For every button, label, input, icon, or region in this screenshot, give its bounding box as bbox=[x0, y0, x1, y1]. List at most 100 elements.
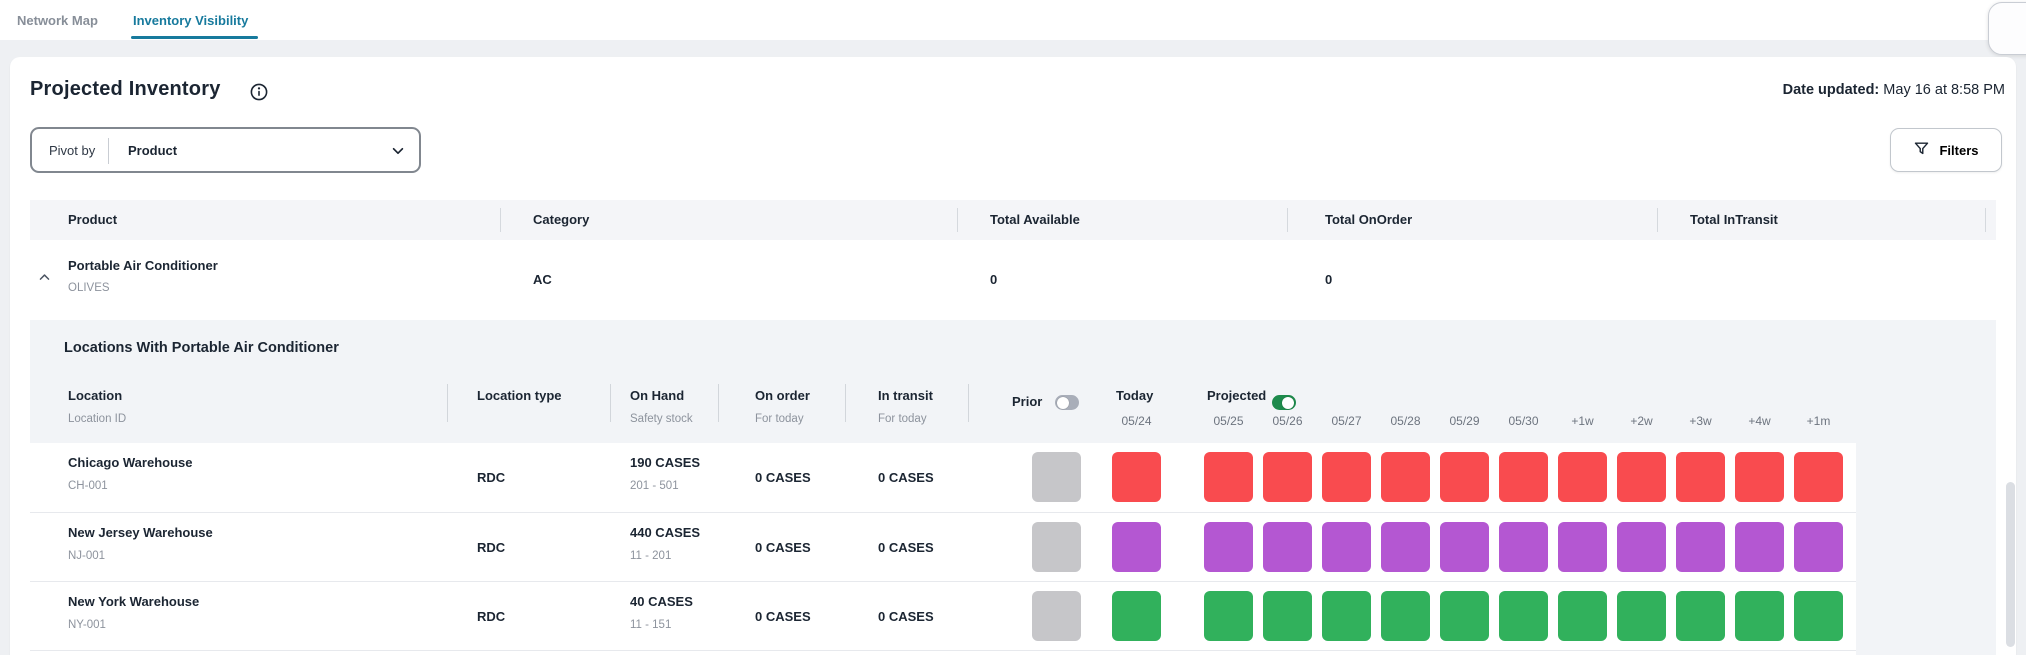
vertical-scrollbar-thumb[interactable] bbox=[2006, 482, 2015, 647]
projected-date-label: 05/30 bbox=[1499, 414, 1548, 428]
product-row[interactable]: Portable Air Conditioner OLIVES AC 0 0 bbox=[30, 240, 1996, 320]
projected-date-label: 05/28 bbox=[1381, 414, 1430, 428]
projected-inventory-cell[interactable] bbox=[1204, 522, 1253, 572]
prior-inventory-cell[interactable] bbox=[1032, 591, 1081, 641]
product-category: AC bbox=[533, 240, 552, 320]
column-divider bbox=[957, 208, 958, 232]
projected-inventory-cell[interactable] bbox=[1381, 591, 1430, 641]
today-date-label: 05/24 bbox=[1112, 414, 1161, 428]
projected-inventory-cell[interactable] bbox=[1499, 452, 1548, 502]
projected-inventory-cell[interactable] bbox=[1263, 522, 1312, 572]
location-name: New Jersey Warehouse bbox=[68, 525, 213, 540]
location-row[interactable]: Chicago Warehouse CH-001 RDC 190 CASES 2… bbox=[30, 443, 1856, 512]
column-header-location-type: Location type bbox=[477, 388, 562, 403]
projected-inventory-cell[interactable] bbox=[1204, 452, 1253, 502]
projected-date-label: +2w bbox=[1617, 414, 1666, 428]
column-header-in-transit: In transit bbox=[878, 388, 933, 403]
column-header-projected: Projected bbox=[1207, 388, 1266, 403]
location-type: RDC bbox=[477, 443, 505, 512]
column-header-on-order: On order bbox=[755, 388, 810, 403]
column-divider bbox=[845, 384, 846, 422]
info-icon[interactable] bbox=[250, 83, 268, 101]
projected-inventory-card: Projected Inventory Date updated: May 16… bbox=[10, 57, 2016, 655]
row-separator bbox=[30, 650, 1856, 651]
projected-inventory-cell[interactable] bbox=[1794, 452, 1843, 502]
on-order-value: 0 CASES bbox=[755, 582, 811, 651]
column-header-on-hand: On Hand bbox=[630, 388, 684, 403]
safety-stock-range: 201 - 501 bbox=[630, 480, 679, 492]
chevron-up-icon[interactable] bbox=[38, 271, 58, 289]
projected-inventory-cell[interactable] bbox=[1735, 522, 1784, 572]
projected-inventory-cell[interactable] bbox=[1735, 591, 1784, 641]
column-divider bbox=[1985, 208, 1986, 232]
pivot-by-select[interactable]: Pivot by Product bbox=[30, 127, 421, 173]
projected-inventory-cell[interactable] bbox=[1322, 522, 1371, 572]
location-row[interactable]: New York Warehouse NY-001 RDC 40 CASES 1… bbox=[30, 581, 1856, 650]
projected-toggle[interactable] bbox=[1272, 395, 1296, 410]
column-subheader-location-id: Location ID bbox=[68, 413, 126, 425]
location-name: Chicago Warehouse bbox=[68, 455, 192, 470]
projected-inventory-cell[interactable] bbox=[1381, 452, 1430, 502]
projected-inventory-cell[interactable] bbox=[1794, 591, 1843, 641]
active-tab-underline bbox=[131, 36, 258, 39]
tab-network-map[interactable]: Network Map bbox=[17, 0, 98, 40]
projected-inventory-cell[interactable] bbox=[1263, 452, 1312, 502]
projected-inventory-cell[interactable] bbox=[1617, 522, 1666, 572]
projected-inventory-cell[interactable] bbox=[1735, 452, 1784, 502]
product-name: Portable Air Conditioner bbox=[68, 258, 218, 273]
projected-inventory-cell[interactable] bbox=[1499, 522, 1548, 572]
today-inventory-cell[interactable] bbox=[1112, 452, 1161, 502]
on-order-value: 0 CASES bbox=[755, 443, 811, 512]
projected-inventory-cell[interactable] bbox=[1676, 452, 1725, 502]
projected-inventory-cell[interactable] bbox=[1617, 591, 1666, 641]
tab-inventory-visibility[interactable]: Inventory Visibility bbox=[133, 0, 248, 40]
column-header-location: Location bbox=[68, 388, 122, 403]
today-inventory-cell[interactable] bbox=[1112, 591, 1161, 641]
location-row[interactable]: New Jersey Warehouse NJ-001 RDC 440 CASE… bbox=[30, 512, 1856, 581]
projected-inventory-cell[interactable] bbox=[1322, 591, 1371, 641]
projected-date-label: +1m bbox=[1794, 414, 1843, 428]
projected-inventory-cell[interactable] bbox=[1204, 591, 1253, 641]
projected-inventory-cell[interactable] bbox=[1676, 522, 1725, 572]
date-updated-label: Date updated: bbox=[1783, 82, 1880, 98]
projected-inventory-cell[interactable] bbox=[1440, 591, 1489, 641]
column-header-prior: Prior bbox=[1012, 394, 1042, 409]
safety-stock-range: 11 - 201 bbox=[630, 550, 671, 562]
projected-date-label: +1w bbox=[1558, 414, 1607, 428]
projected-inventory-cell[interactable] bbox=[1322, 452, 1371, 502]
on-hand-value: 440 CASES bbox=[630, 525, 700, 540]
projected-inventory-cell[interactable] bbox=[1263, 591, 1312, 641]
product-code: OLIVES bbox=[68, 282, 110, 294]
projected-inventory-cell[interactable] bbox=[1676, 591, 1725, 641]
toggle-knob bbox=[1057, 397, 1069, 409]
page-title: Projected Inventory bbox=[30, 78, 221, 101]
projected-inventory-cell[interactable] bbox=[1617, 452, 1666, 502]
projected-inventory-cell[interactable] bbox=[1440, 522, 1489, 572]
projected-inventory-cell[interactable] bbox=[1499, 591, 1548, 641]
pivot-by-value: Product bbox=[128, 143, 177, 158]
column-subheader-safety-stock: Safety stock bbox=[630, 413, 693, 425]
location-rows: Chicago Warehouse CH-001 RDC 190 CASES 2… bbox=[30, 443, 1856, 655]
prior-toggle[interactable] bbox=[1055, 395, 1079, 410]
in-transit-value: 0 CASES bbox=[878, 443, 934, 512]
pivot-by-label: Pivot by bbox=[49, 143, 95, 158]
date-updated: Date updated: May 16 at 8:58 PM bbox=[1783, 82, 2005, 98]
filter-icon bbox=[1913, 140, 1930, 160]
on-hand-value: 40 CASES bbox=[630, 594, 693, 609]
filters-button[interactable]: Filters bbox=[1890, 128, 2002, 172]
location-name: New York Warehouse bbox=[68, 594, 199, 609]
column-divider bbox=[500, 208, 501, 232]
app-screen: Network Map Inventory Visibility Project… bbox=[0, 0, 2026, 655]
floating-widget[interactable] bbox=[1988, 2, 2026, 55]
projected-inventory-cell[interactable] bbox=[1558, 522, 1607, 572]
projected-inventory-cell[interactable] bbox=[1440, 452, 1489, 502]
projected-inventory-cell[interactable] bbox=[1558, 452, 1607, 502]
projected-inventory-cell[interactable] bbox=[1558, 591, 1607, 641]
today-inventory-cell[interactable] bbox=[1112, 522, 1161, 572]
date-updated-value: May 16 at 8:58 PM bbox=[1883, 82, 2005, 98]
prior-inventory-cell[interactable] bbox=[1032, 452, 1081, 502]
projected-inventory-cell[interactable] bbox=[1381, 522, 1430, 572]
prior-inventory-cell[interactable] bbox=[1032, 522, 1081, 572]
projected-inventory-cell[interactable] bbox=[1794, 522, 1843, 572]
filters-label: Filters bbox=[1939, 143, 1978, 158]
